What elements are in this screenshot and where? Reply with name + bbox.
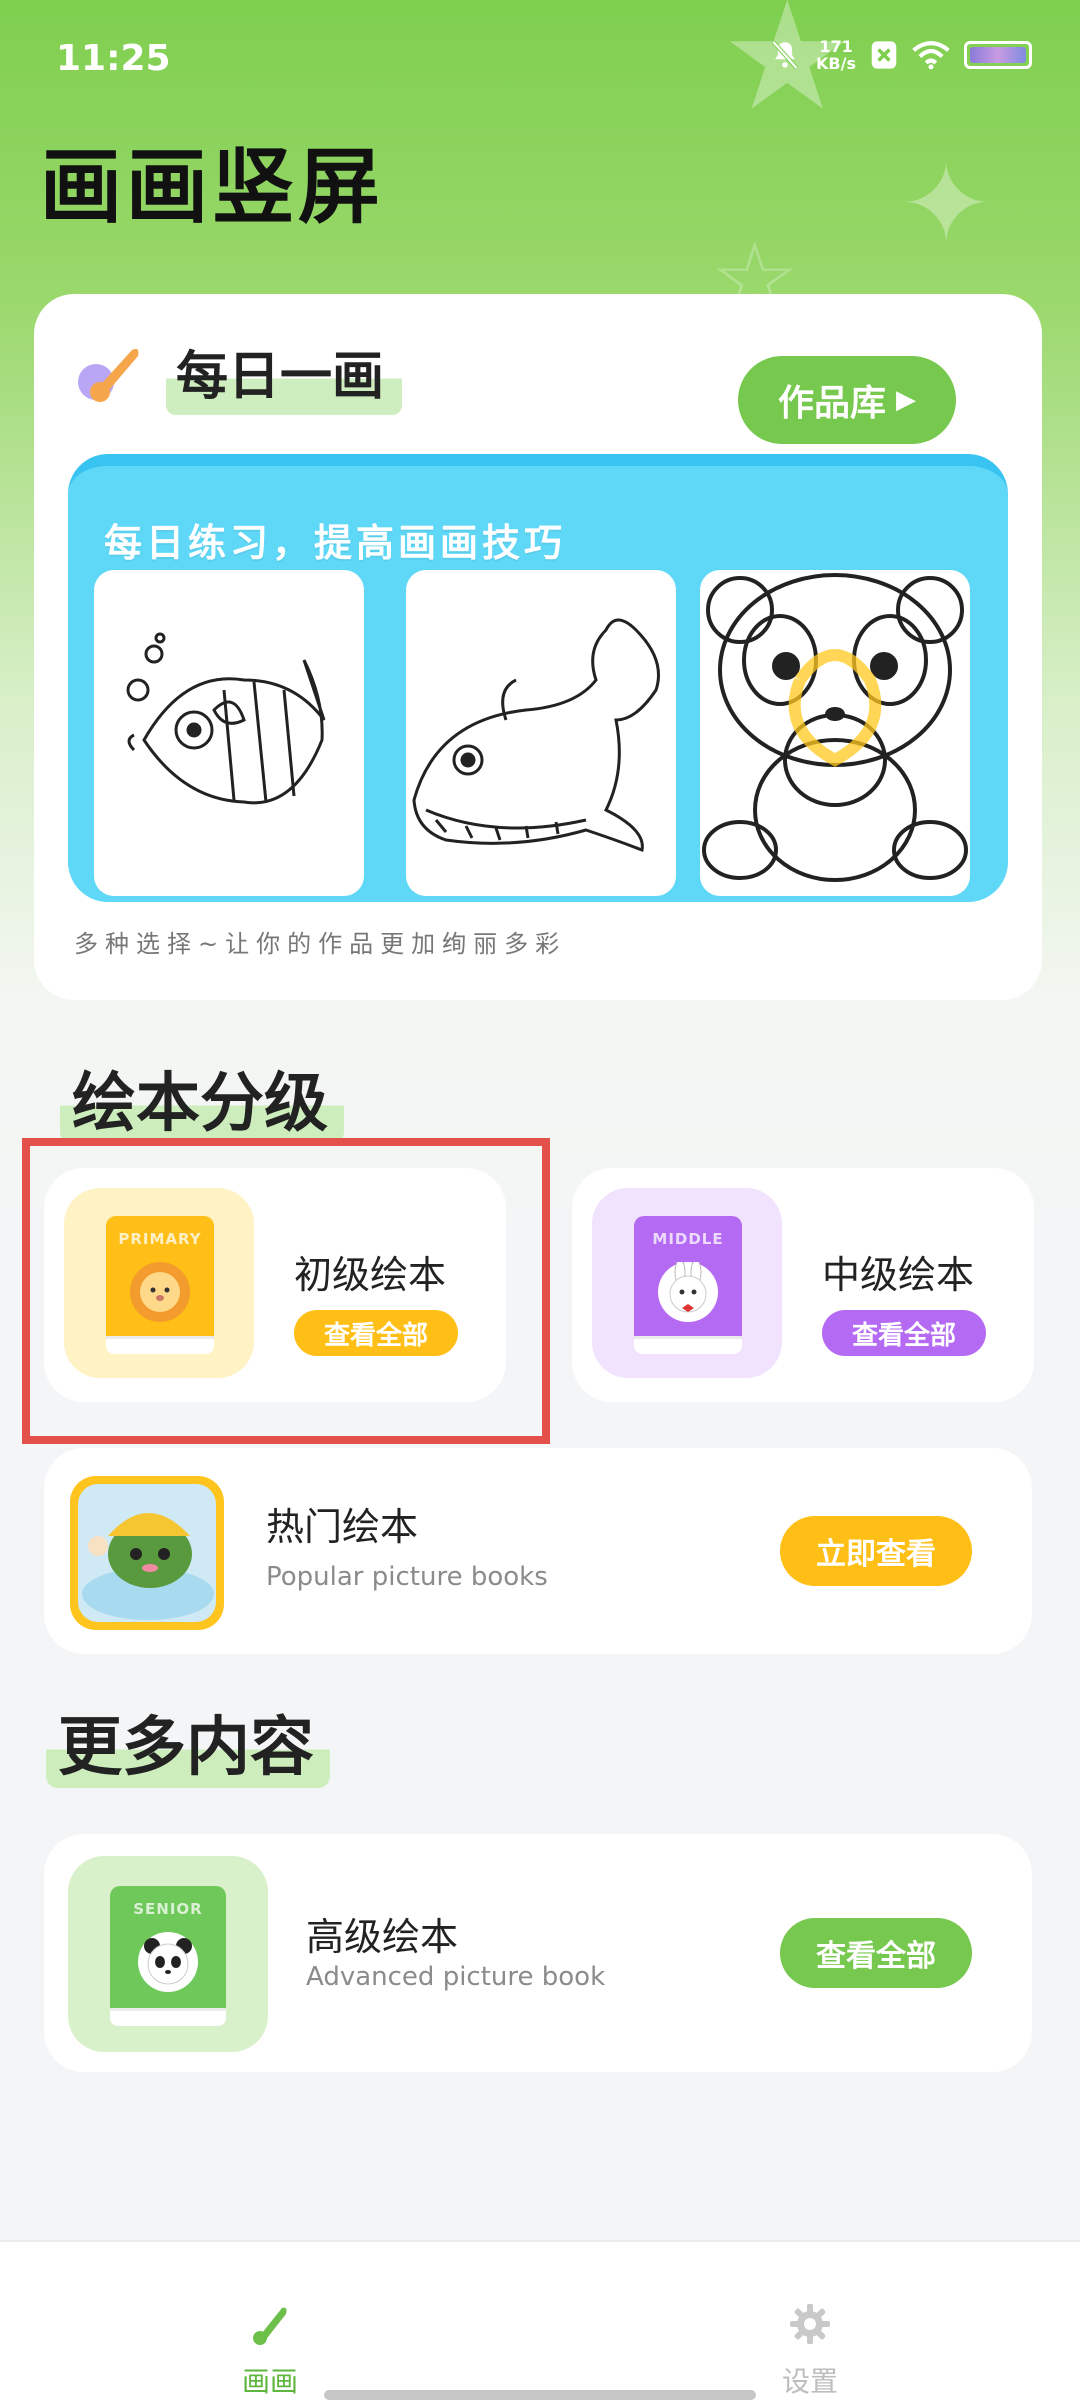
gear-icon (790, 2304, 830, 2344)
daily-title: 每日一画 (166, 334, 403, 415)
hot-books-card[interactable]: 热门绘本 Popular picture books 立即查看 (44, 1448, 1032, 1654)
brush-icon (74, 338, 148, 412)
middle-book-title: 中级绘本 (822, 1253, 975, 1297)
page-title: 画画竖屏 (40, 140, 385, 235)
status-time: 11:25 (56, 38, 171, 79)
panda-sticker-icon (138, 1932, 198, 1992)
section-title-grading: 绘本分级 (60, 1052, 344, 1144)
works-library-button[interactable]: 作品库 ▶ (738, 356, 956, 444)
net-speed-value: 171 (819, 37, 853, 56)
hot-books-thumbnail (70, 1476, 224, 1630)
view-now-button[interactable]: 立即查看 (780, 1516, 972, 1586)
nav-item-settings[interactable]: 设置 (710, 2302, 910, 2400)
section-title-more: 更多内容 (46, 1696, 330, 1788)
senior-book-card[interactable]: SENIOR 高级绘本 Advanced picture book 查看全部 (44, 1834, 1032, 2072)
bunny-sticker-icon (658, 1259, 718, 1322)
wifi-icon (912, 41, 950, 70)
daily-slogan: 每日练习，提高画画技巧 (104, 521, 567, 565)
selection-highlight (22, 1138, 550, 1444)
brush-icon (253, 2307, 287, 2345)
mute-bell-icon (772, 40, 798, 70)
bottom-nav: 画画 设置 (0, 2240, 1080, 2408)
middle-book-card[interactable]: MIDDLE 中级绘本 查看全部 (572, 1168, 1034, 1402)
hot-books-subtitle: Popular picture books (266, 1562, 548, 1592)
sample-panda[interactable] (700, 570, 970, 896)
battery-icon (964, 41, 1032, 69)
senior-book-cover: SENIOR (68, 1856, 268, 2052)
senior-book-title: 高级绘本 (306, 1915, 459, 1959)
net-speed-unit: KB/s (816, 54, 856, 73)
daily-subtitle: 多种选择~让你的作品更加绚丽多彩 (74, 930, 567, 958)
senior-book-subtitle: Advanced picture book (306, 1962, 606, 1992)
home-indicator (324, 2390, 756, 2400)
sim-x-icon (871, 41, 897, 69)
book-icon: MIDDLE (634, 1216, 742, 1354)
middle-view-all-button[interactable]: 查看全部 (822, 1310, 986, 1356)
daily-drawing-card: 每日一画 作品库 ▶ 每日练习，提高画画技巧 多种选择~让你的作品更加绚丽多彩 (34, 294, 1042, 1000)
net-speed: 171 KB/s (816, 38, 856, 72)
works-library-label: 作品库 (777, 383, 886, 424)
hot-books-title: 热门绘本 (266, 1505, 419, 1549)
play-arrow-icon: ▶ (896, 385, 916, 415)
sample-whale[interactable] (406, 570, 676, 896)
decor-star-icon: ✦ (900, 140, 993, 268)
daily-samples-panel: 每日练习，提高画画技巧 (68, 454, 1008, 902)
middle-book-label: MIDDLE (652, 1230, 724, 1248)
book-icon: SENIOR (110, 1886, 226, 2026)
nav-item-draw[interactable]: 画画 (170, 2302, 370, 2400)
status-icons: 171 KB/s (768, 38, 1032, 72)
sample-fish[interactable] (94, 570, 364, 896)
middle-book-cover: MIDDLE (592, 1188, 782, 1378)
senior-book-label: SENIOR (133, 1900, 203, 1918)
senior-view-all-button[interactable]: 查看全部 (780, 1918, 972, 1988)
daily-header: 每日一画 (74, 334, 403, 415)
